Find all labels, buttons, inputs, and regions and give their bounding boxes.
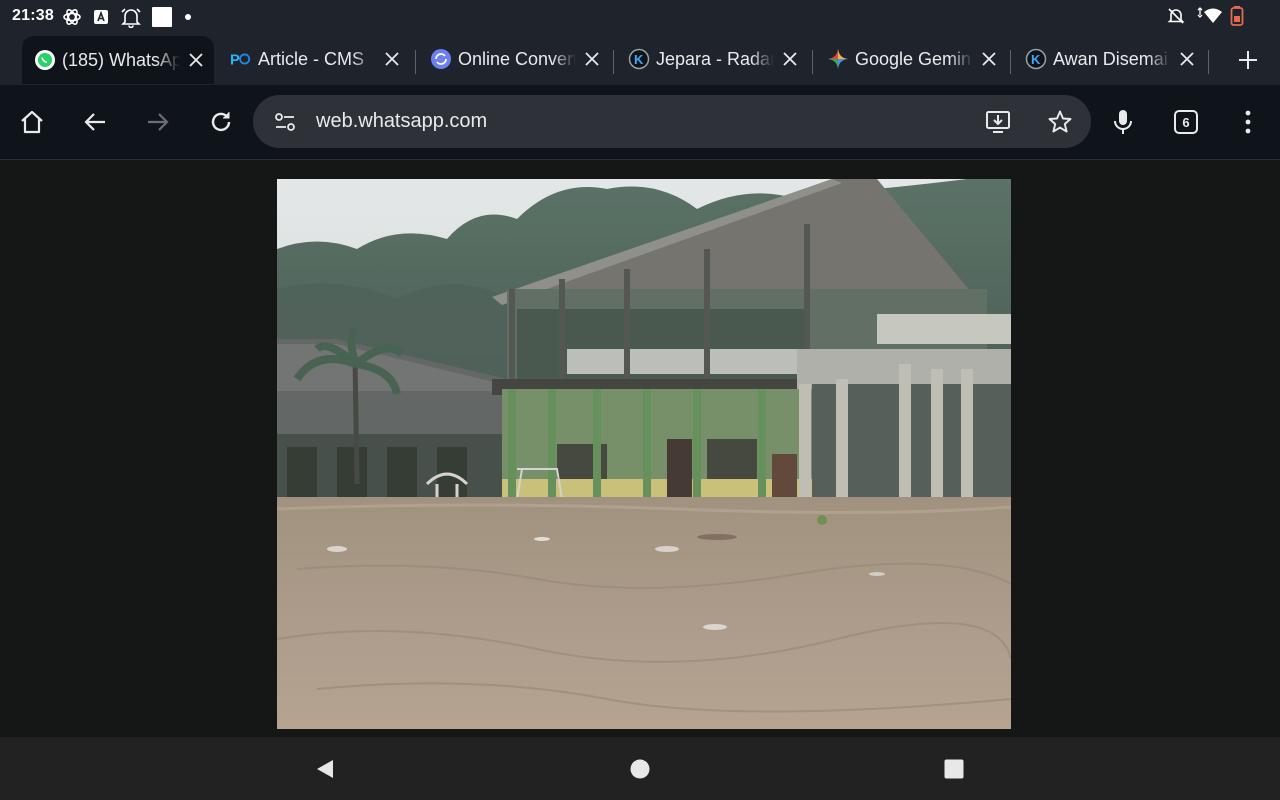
browser-toolbar: web.whatsapp.com 6 xyxy=(0,85,1280,160)
nav-home-button[interactable] xyxy=(628,757,652,781)
converter-icon xyxy=(430,48,452,70)
notifications-off-icon xyxy=(1167,8,1185,24)
white-square-icon xyxy=(152,7,172,27)
plus-icon xyxy=(1239,51,1257,69)
reload-icon xyxy=(211,112,231,132)
tab-count: 6 xyxy=(1182,114,1190,130)
web-content xyxy=(0,160,1280,737)
wifi-icon xyxy=(1197,7,1222,23)
tab-separator xyxy=(812,50,813,74)
tab-separator xyxy=(613,50,614,74)
tab-whatsapp[interactable]: (185) WhatsApp xyxy=(22,36,214,84)
url-text[interactable]: web.whatsapp.com xyxy=(316,110,487,133)
tab-separator xyxy=(1010,50,1011,74)
tab-separator xyxy=(1208,50,1209,74)
forward-button[interactable] xyxy=(140,104,176,140)
new-tab-button[interactable] xyxy=(1234,46,1262,74)
nav-back-button[interactable] xyxy=(313,757,337,781)
tab-count-badge: 6 xyxy=(1174,110,1198,134)
status-icons-right xyxy=(1166,6,1244,26)
square-recents-icon xyxy=(944,759,964,779)
radar-icon: K xyxy=(1025,48,1047,70)
svg-text:K: K xyxy=(634,52,644,67)
status-bar: 21:38 xyxy=(0,0,1280,32)
svg-text:K: K xyxy=(1031,52,1041,67)
tab-title: (185) WhatsApp xyxy=(62,49,180,70)
install-app-icon[interactable] xyxy=(984,108,1012,136)
gemini-icon xyxy=(827,48,849,70)
address-bar[interactable]: web.whatsapp.com xyxy=(253,95,1091,148)
bookmark-star-icon[interactable] xyxy=(1047,109,1073,135)
tab-strip: (185) WhatsApp P Article - CMS Online Co… xyxy=(0,32,1280,85)
flooded-school-photo[interactable] xyxy=(277,179,1011,729)
tab-title: Article - CMS xyxy=(258,48,365,69)
home-icon xyxy=(21,110,43,134)
tab-title: Google Gemini xyxy=(855,48,973,69)
status-icons-left xyxy=(62,6,194,28)
app-a-icon xyxy=(94,10,108,24)
photo-image xyxy=(277,179,1011,729)
back-arrow-icon xyxy=(84,113,105,131)
microphone-icon xyxy=(1114,110,1132,134)
circle-home-icon xyxy=(630,759,650,779)
svg-text:P: P xyxy=(230,53,240,69)
tab-awan-disemai[interactable]: K Awan Disemai xyxy=(1013,37,1205,81)
close-icon[interactable] xyxy=(380,47,404,71)
voice-search-button[interactable] xyxy=(1105,104,1141,140)
tab-switcher-button[interactable]: 6 xyxy=(1168,104,1204,140)
site-settings-icon[interactable] xyxy=(273,110,297,134)
radar-icon: K xyxy=(628,48,650,70)
close-icon[interactable] xyxy=(1175,47,1199,71)
tab-google-gemini[interactable]: Google Gemini xyxy=(815,37,1007,81)
tab-title: Jepara - Radar xyxy=(656,48,774,69)
reload-button[interactable] xyxy=(203,104,239,140)
home-button[interactable] xyxy=(14,104,50,140)
close-icon[interactable] xyxy=(977,47,1001,71)
close-icon[interactable] xyxy=(778,47,802,71)
tab-jepara-radar[interactable]: K Jepara - Radar xyxy=(616,37,808,81)
dot-icon xyxy=(185,14,191,20)
more-menu-button[interactable] xyxy=(1230,104,1266,140)
whatsapp-icon xyxy=(34,49,56,71)
battery-low-icon xyxy=(1230,6,1244,26)
nav-recents-button[interactable] xyxy=(942,757,966,781)
tab-separator xyxy=(415,50,416,74)
status-time: 21:38 xyxy=(12,7,54,24)
openai-icon xyxy=(63,9,81,25)
back-button[interactable] xyxy=(77,104,113,140)
close-icon[interactable] xyxy=(580,47,604,71)
alarm-icon xyxy=(121,8,141,28)
tab-title: Awan Disemai xyxy=(1053,48,1168,69)
cms-icon: P xyxy=(230,48,252,70)
forward-arrow-icon xyxy=(148,113,169,131)
tab-online-converter[interactable]: Online Converter xyxy=(418,37,610,81)
close-icon[interactable] xyxy=(184,48,208,72)
system-nav-bar xyxy=(0,737,1280,800)
triangle-back-icon xyxy=(317,760,333,778)
more-vert-icon xyxy=(1245,110,1251,134)
tab-article-cms[interactable]: P Article - CMS xyxy=(218,37,410,81)
tab-title: Online Converter xyxy=(458,48,576,69)
